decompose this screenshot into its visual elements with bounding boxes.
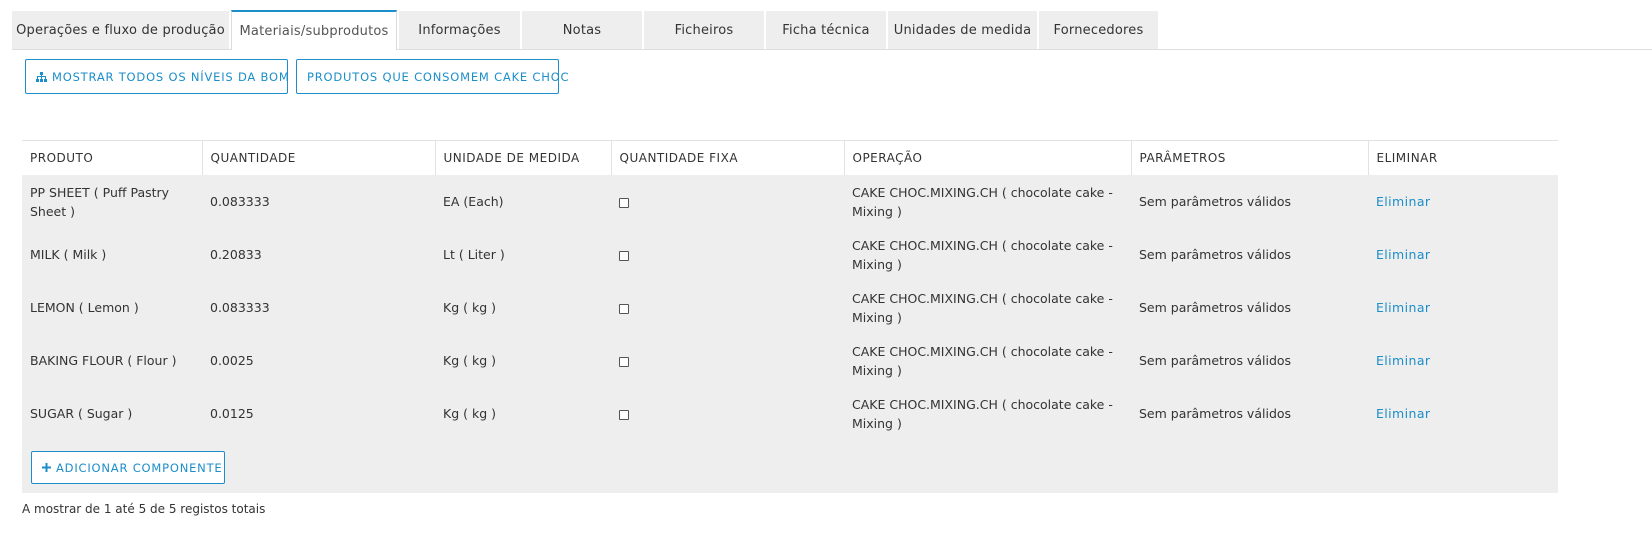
tab-ficheiros[interactable]: Ficheiros xyxy=(644,11,764,49)
tab-fornecedores[interactable]: Fornecedores xyxy=(1039,11,1158,49)
table-header-row: PRODUTO QUANTIDADE UNIDADE DE MEDIDA QUA… xyxy=(22,140,1558,175)
table-footer xyxy=(22,440,1558,493)
cell-produto: BAKING FLOUR ( Flour ) xyxy=(22,334,202,387)
cell-operacao[interactable]: CAKE CHOC.MIXING.CH ( chocolate cake - M… xyxy=(844,228,1131,281)
table-row: PP SHEET ( Puff Pastry Sheet ) 0.083333 … xyxy=(22,175,1558,228)
cell-produto: MILK ( Milk ) xyxy=(22,228,202,281)
header-produto[interactable]: PRODUTO xyxy=(22,140,202,175)
cell-eliminar: Eliminar xyxy=(1368,281,1558,334)
cell-parametros: Sem parâmetros válidos xyxy=(1131,175,1368,228)
cell-parametros: Sem parâmetros válidos xyxy=(1131,228,1368,281)
cell-produto: LEMON ( Lemon ) xyxy=(22,281,202,334)
table-row: BAKING FLOUR ( Flour ) 0.0025 Kg ( kg ) … xyxy=(22,334,1558,387)
header-unidade-medida[interactable]: UNIDADE DE MEDIDA xyxy=(434,140,611,175)
cell-unidade[interactable]: Kg ( kg ) xyxy=(435,281,611,334)
tab-operacoes[interactable]: Operações e fluxo de produção xyxy=(12,11,229,49)
cell-quantidade[interactable]: 0.083333 xyxy=(202,175,435,228)
cell-eliminar: Eliminar xyxy=(1368,334,1558,387)
delete-link[interactable]: Eliminar xyxy=(1376,300,1430,315)
cell-unidade[interactable]: EA (Each) xyxy=(435,175,611,228)
records-status-text: A mostrar de 1 até 5 de 5 registos totai… xyxy=(22,502,266,516)
cell-quantidade-fixa xyxy=(611,387,844,440)
fixed-quantity-checkbox[interactable] xyxy=(619,197,629,208)
add-component-button[interactable]: ADICIONAR COMPONENTE xyxy=(31,451,225,484)
cell-eliminar: Eliminar xyxy=(1368,387,1558,440)
header-quantidade-fixa[interactable]: QUANTIDADE FIXA xyxy=(610,140,844,175)
cell-operacao[interactable]: CAKE CHOC.MIXING.CH ( chocolate cake - M… xyxy=(844,334,1131,387)
fixed-quantity-checkbox[interactable] xyxy=(619,250,629,261)
cell-unidade[interactable]: Lt ( Liter ) xyxy=(435,228,611,281)
tab-bar: Operações e fluxo de produção Materiais/… xyxy=(12,10,1652,50)
add-component-label: ADICIONAR COMPONENTE xyxy=(56,460,223,475)
cell-eliminar: Eliminar xyxy=(1368,228,1558,281)
delete-link[interactable]: Eliminar xyxy=(1376,247,1430,262)
cell-parametros: Sem parâmetros válidos xyxy=(1131,334,1368,387)
show-all-bom-levels-label: MOSTRAR TODOS OS NÍVEIS DA BOM xyxy=(52,69,290,84)
fixed-quantity-checkbox[interactable] xyxy=(619,356,629,367)
cell-quantidade[interactable]: 0.20833 xyxy=(202,228,435,281)
cell-quantidade-fixa xyxy=(611,175,844,228)
cell-eliminar: Eliminar xyxy=(1368,175,1558,228)
tab-notas[interactable]: Notas xyxy=(522,11,642,49)
consumer-products-label: PRODUTOS QUE CONSOMEM CAKE CHOC xyxy=(307,69,570,84)
sitemap-icon xyxy=(36,71,47,82)
cell-produto: PP SHEET ( Puff Pastry Sheet ) xyxy=(22,175,202,228)
tab-ficha-tecnica[interactable]: Ficha técnica xyxy=(766,11,886,49)
header-eliminar: ELIMINAR xyxy=(1367,140,1558,175)
cell-produto: SUGAR ( Sugar ) xyxy=(22,387,202,440)
table-row: SUGAR ( Sugar ) 0.0125 Kg ( kg ) CAKE CH… xyxy=(22,387,1558,440)
cell-operacao[interactable]: CAKE CHOC.MIXING.CH ( chocolate cake - M… xyxy=(844,281,1131,334)
cell-quantidade[interactable]: 0.0025 xyxy=(202,334,435,387)
cell-parametros: Sem parâmetros válidos xyxy=(1131,387,1368,440)
delete-link[interactable]: Eliminar xyxy=(1376,406,1430,421)
fixed-quantity-checkbox[interactable] xyxy=(619,409,629,420)
show-all-bom-levels-button[interactable]: MOSTRAR TODOS OS NÍVEIS DA BOM xyxy=(25,59,290,94)
components-table: PRODUTO QUANTIDADE UNIDADE DE MEDIDA QUA… xyxy=(22,140,1558,440)
tab-materiais[interactable]: Materiais/subprodutos xyxy=(231,10,397,50)
header-parametros[interactable]: PARÂMETROS xyxy=(1130,140,1368,175)
cell-quantidade-fixa xyxy=(611,334,844,387)
cell-unidade[interactable]: Kg ( kg ) xyxy=(435,387,611,440)
cell-quantidade-fixa xyxy=(611,228,844,281)
cell-quantidade[interactable]: 0.0125 xyxy=(202,387,435,440)
cell-quantidade-fixa xyxy=(611,281,844,334)
header-operacao[interactable]: OPERAÇÃO xyxy=(843,140,1131,175)
tab-unidades-medida[interactable]: Unidades de medida xyxy=(888,11,1037,49)
cell-operacao[interactable]: CAKE CHOC.MIXING.CH ( chocolate cake - M… xyxy=(844,175,1131,228)
delete-link[interactable]: Eliminar xyxy=(1376,353,1430,368)
cell-parametros: Sem parâmetros válidos xyxy=(1131,281,1368,334)
plus-icon xyxy=(42,463,51,472)
cell-unidade[interactable]: Kg ( kg ) xyxy=(435,334,611,387)
fixed-quantity-checkbox[interactable] xyxy=(619,303,629,314)
tab-informacoes[interactable]: Informações xyxy=(399,11,520,49)
consumer-products-button[interactable]: PRODUTOS QUE CONSOMEM CAKE CHOC xyxy=(296,59,569,94)
table-row: LEMON ( Lemon ) 0.083333 Kg ( kg ) CAKE … xyxy=(22,281,1558,334)
header-quantidade[interactable]: QUANTIDADE xyxy=(201,140,435,175)
cell-operacao[interactable]: CAKE CHOC.MIXING.CH ( chocolate cake - M… xyxy=(844,387,1131,440)
table-row: MILK ( Milk ) 0.20833 Lt ( Liter ) CAKE … xyxy=(22,228,1558,281)
delete-link[interactable]: Eliminar xyxy=(1376,194,1430,209)
cell-quantidade[interactable]: 0.083333 xyxy=(202,281,435,334)
